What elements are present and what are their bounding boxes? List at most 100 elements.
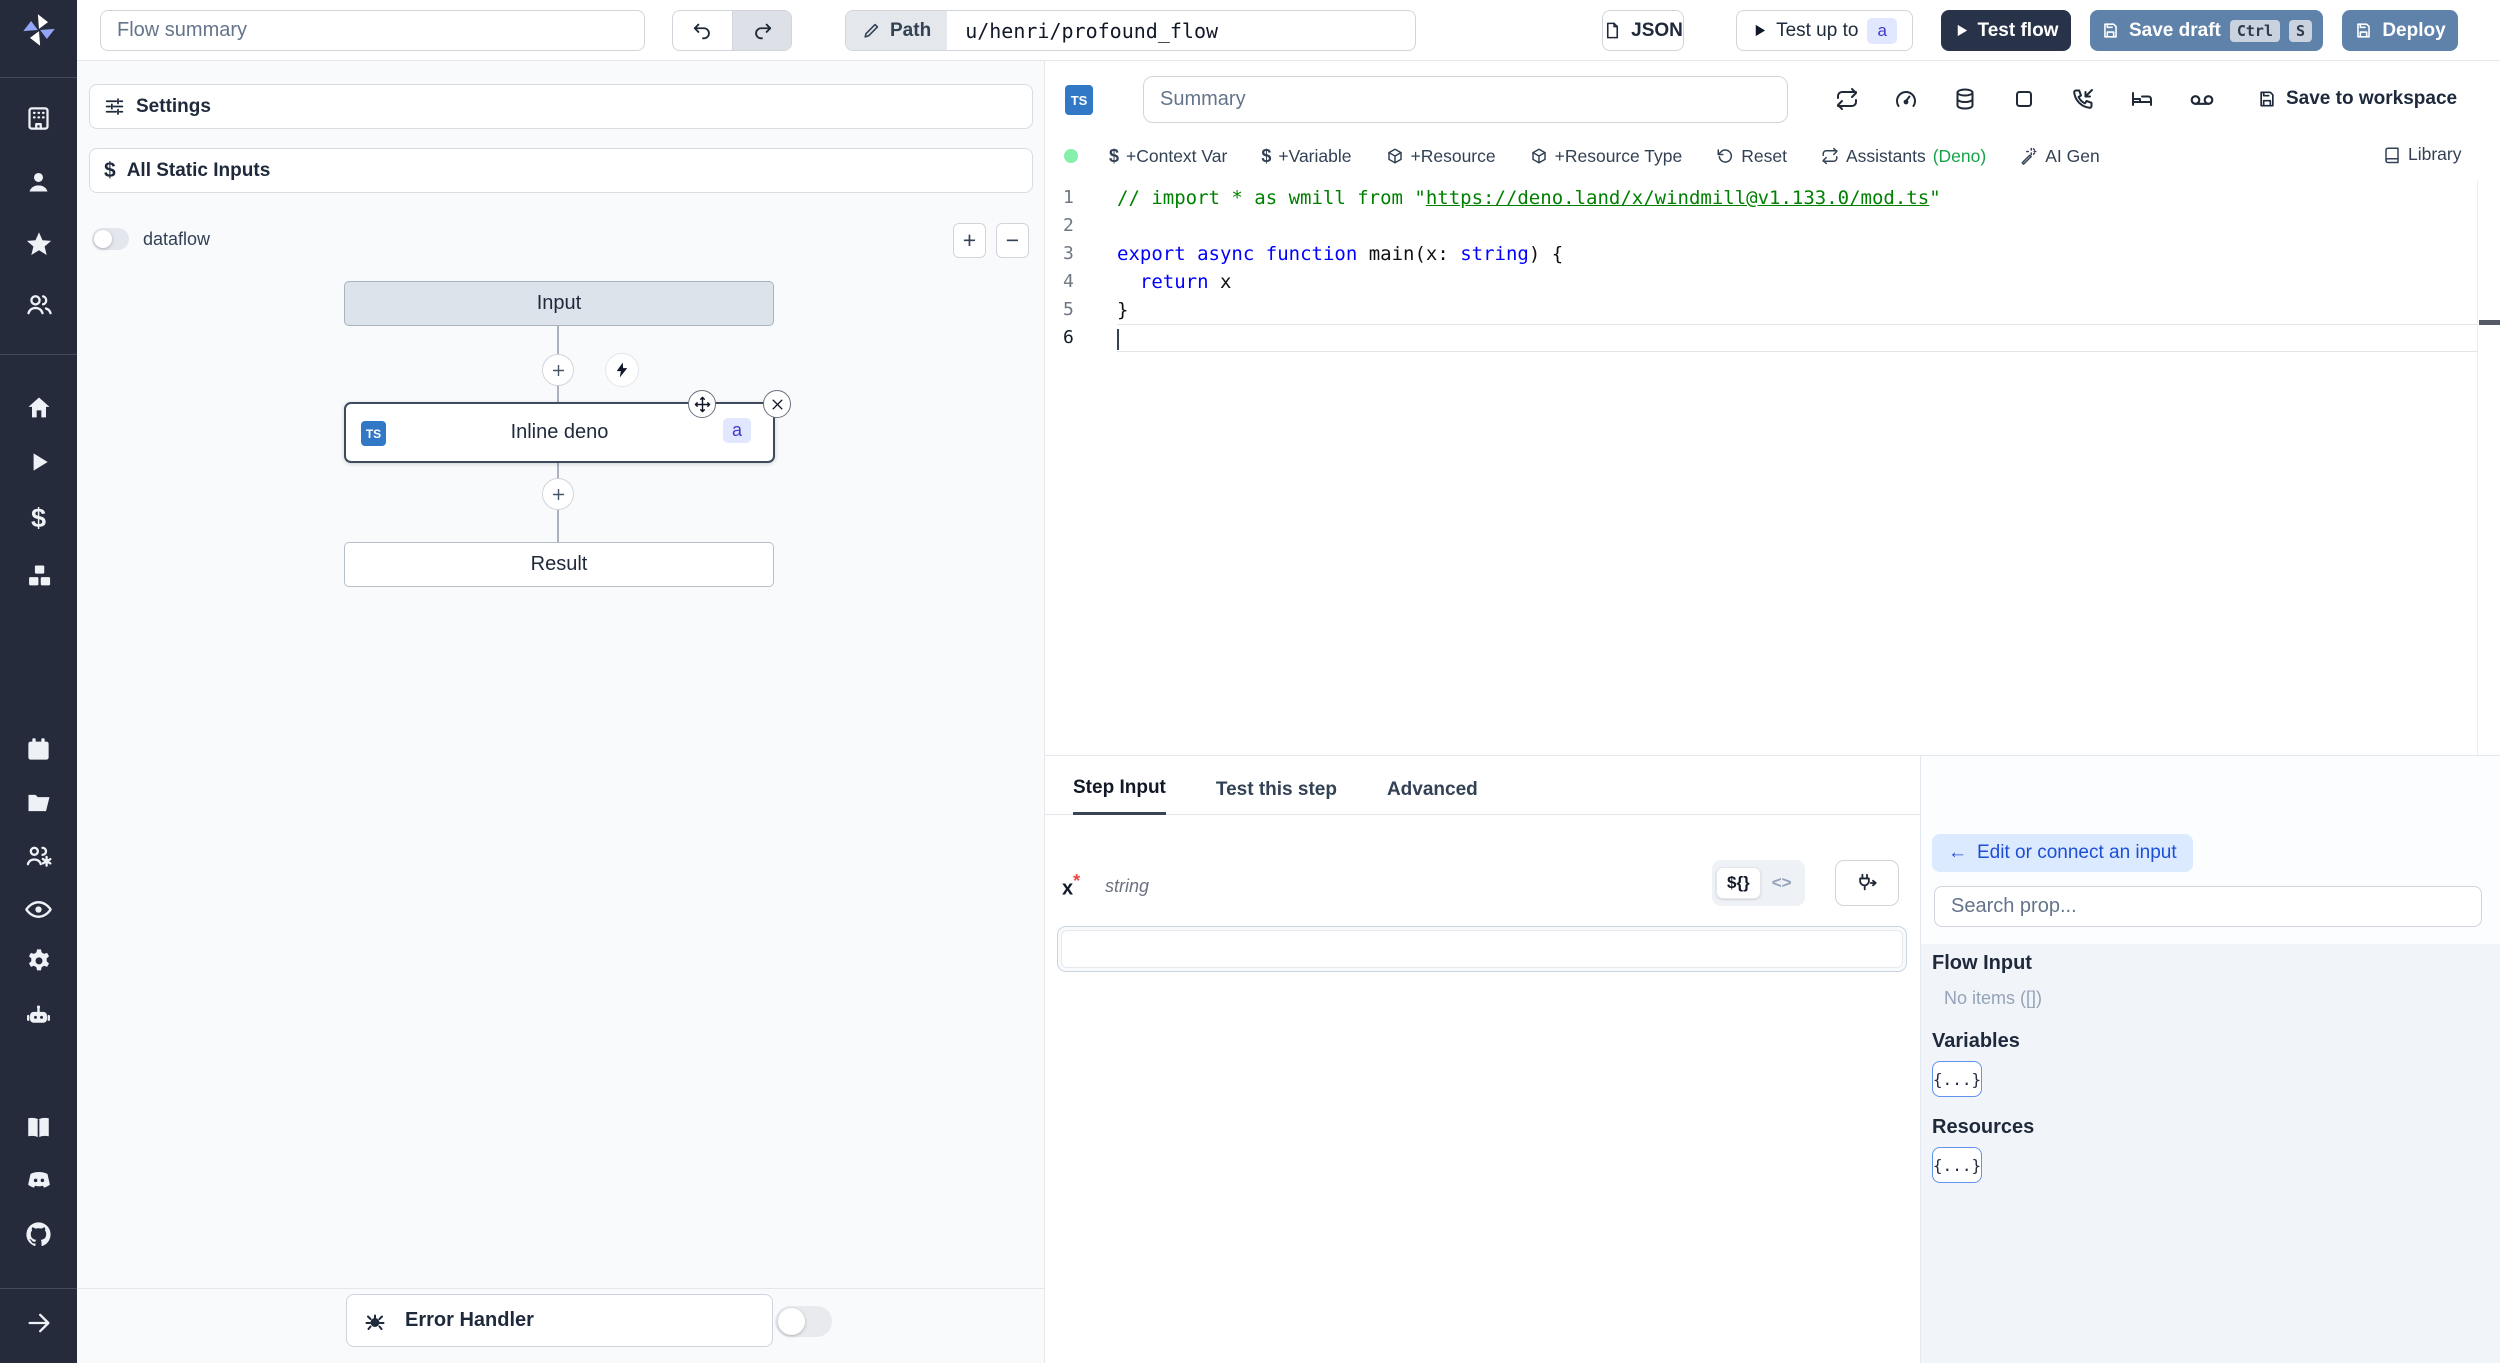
node-input[interactable]: Input [344,281,774,326]
zoom-in-button[interactable]: + [953,223,986,258]
windmill-logo[interactable] [0,8,77,52]
node-result[interactable]: Result [344,542,774,587]
code-mode-button[interactable]: <> [1763,868,1801,898]
settings-button[interactable]: Settings [89,84,1033,129]
sidebar-expand-button[interactable] [0,1301,77,1345]
delete-step-button[interactable] [763,390,791,418]
robot-icon [27,1004,50,1023]
add-variable-button[interactable]: $ +Variable [1261,146,1351,167]
add-step-button-top[interactable] [542,354,574,386]
sidebar-divider [0,354,77,355]
tab-test-this-step[interactable]: Test this step [1216,765,1337,815]
summary-input[interactable] [1143,76,1788,123]
zoom-out-button[interactable]: − [996,223,1029,258]
back-arrow-icon: ← [1948,842,1967,863]
cache-icon[interactable] [1835,87,1859,113]
sidebar-divider [0,77,77,78]
undo-button[interactable] [673,11,732,50]
arrow-right-icon [28,1313,49,1333]
code-editor[interactable]: 1// import * as wmill from "https://deno… [1045,180,2500,755]
sleep-icon[interactable] [2130,87,2154,113]
stop-icon[interactable] [2012,87,2036,113]
editor-scrollbar[interactable] [2477,180,2478,755]
sidebar-item-groups[interactable] [0,283,77,327]
flow-graph-panel: Settings $ All Static Inputs dataflow + … [77,61,1045,1363]
sidebar-item-home[interactable] [0,386,77,430]
prop-picker-panel: ← Edit or connect an input Flow Input No… [1921,756,2500,1363]
sidebar-item-folders[interactable] [0,781,77,825]
deploy-button[interactable]: Deploy [2342,10,2458,51]
resources-object-chip[interactable]: {...} [1932,1147,1982,1183]
sidebar-item-docs[interactable] [0,1105,77,1149]
phone-incoming-icon[interactable] [2071,87,2095,113]
code-line[interactable]: 6 [1045,324,2500,352]
top-bar: Path u/henri/profound_flow JSON Test up … [77,0,2500,61]
tab-step-input[interactable]: Step Input [1073,765,1166,815]
dataflow-toggle[interactable] [92,228,129,250]
sidebar-item-user[interactable] [0,160,77,204]
add-step-button-bottom[interactable] [542,478,574,510]
play-icon [1755,24,1766,37]
resources-heading: Resources [1932,1116,2035,1138]
groups-icon [26,295,52,315]
sidebar-item-github[interactable] [0,1212,77,1256]
arg-value-field[interactable] [1061,930,1903,968]
book-icon [2385,147,2399,163]
arg-value-input[interactable] [1057,926,1907,972]
path-value[interactable]: u/henri/profound_flow [947,11,1236,50]
sidebar-item-assistant[interactable] [0,993,77,1037]
sidebar-item-runs[interactable] [0,440,77,484]
voicemail-icon[interactable] [2189,87,2215,113]
concurrency-icon[interactable] [1894,87,1918,113]
json-button[interactable]: JSON [1602,10,1684,51]
ai-gen-button[interactable]: AI Gen [2020,146,2100,167]
save-icon [2260,91,2274,107]
move-step-handle[interactable] [688,390,716,418]
sidebar-item-audit[interactable] [0,887,77,931]
sidebar-item-favorites[interactable] [0,222,77,266]
add-resource-button[interactable]: +Resource [1386,146,1496,167]
required-marker: * [1073,871,1081,891]
code-line[interactable]: 1// import * as wmill from "https://deno… [1045,184,2500,212]
code-line[interactable]: 5} [1045,296,2500,324]
sidebar-item-schedules[interactable] [0,727,77,771]
reset-button[interactable]: Reset [1716,146,1787,167]
save-to-workspace-button[interactable]: Save to workspace [2257,88,2457,110]
edit-or-connect-button[interactable]: ← Edit or connect an input [1932,834,2193,872]
prop-search-input[interactable] [1934,886,2482,927]
move-icon [694,396,710,412]
save-draft-button[interactable]: Save draft Ctrl S [2090,10,2323,51]
expr-mode-button[interactable]: ${} [1716,867,1761,899]
variables-object-chip[interactable]: {...} [1932,1061,1982,1097]
tab-advanced[interactable]: Advanced [1387,765,1478,815]
test-up-to-button[interactable]: Test up to a [1736,10,1913,51]
path-group[interactable]: Path u/henri/profound_flow [845,10,1416,51]
sidebar-item-workspace[interactable] [0,96,77,140]
redo-button[interactable] [732,11,791,50]
sidebar-item-workers[interactable] [0,834,77,878]
code-line[interactable]: 3 export async function main(x: string) { [1045,240,2500,268]
code-lines: 1// import * as wmill from "https://deno… [1045,184,2500,352]
assistants-toggle[interactable]: Assistants (Deno) [1821,146,1986,167]
sidebar-item-discord[interactable] [0,1158,77,1202]
error-handler-box[interactable]: Error Handler [346,1294,832,1347]
add-context-var-button[interactable]: $ +Context Var [1109,146,1227,167]
connect-input-button[interactable] [1835,860,1899,906]
flow-summary-input[interactable] [100,10,645,51]
database-icon[interactable] [1953,87,1977,113]
sidebar-item-resources[interactable] [0,554,77,598]
add-trigger-button[interactable] [605,353,639,387]
code-line[interactable]: 2 [1045,212,2500,240]
plus-icon [552,488,564,500]
sidebar-item-settings[interactable] [0,939,77,983]
add-resource-type-button[interactable]: +Resource Type [1530,146,1682,167]
path-label: Path [846,11,948,50]
code-line[interactable]: 4 return x [1045,268,2500,296]
node-inline-deno[interactable]: TS Inline deno a [344,390,791,463]
test-flow-button[interactable]: Test flow [1941,10,2071,51]
bug-icon [365,1314,385,1330]
all-static-inputs-button[interactable]: $ All Static Inputs [89,148,1033,193]
error-handler-toggle[interactable] [775,1306,832,1337]
sidebar-item-variables[interactable]: $ [0,496,77,540]
library-button[interactable]: Library [2383,144,2462,165]
